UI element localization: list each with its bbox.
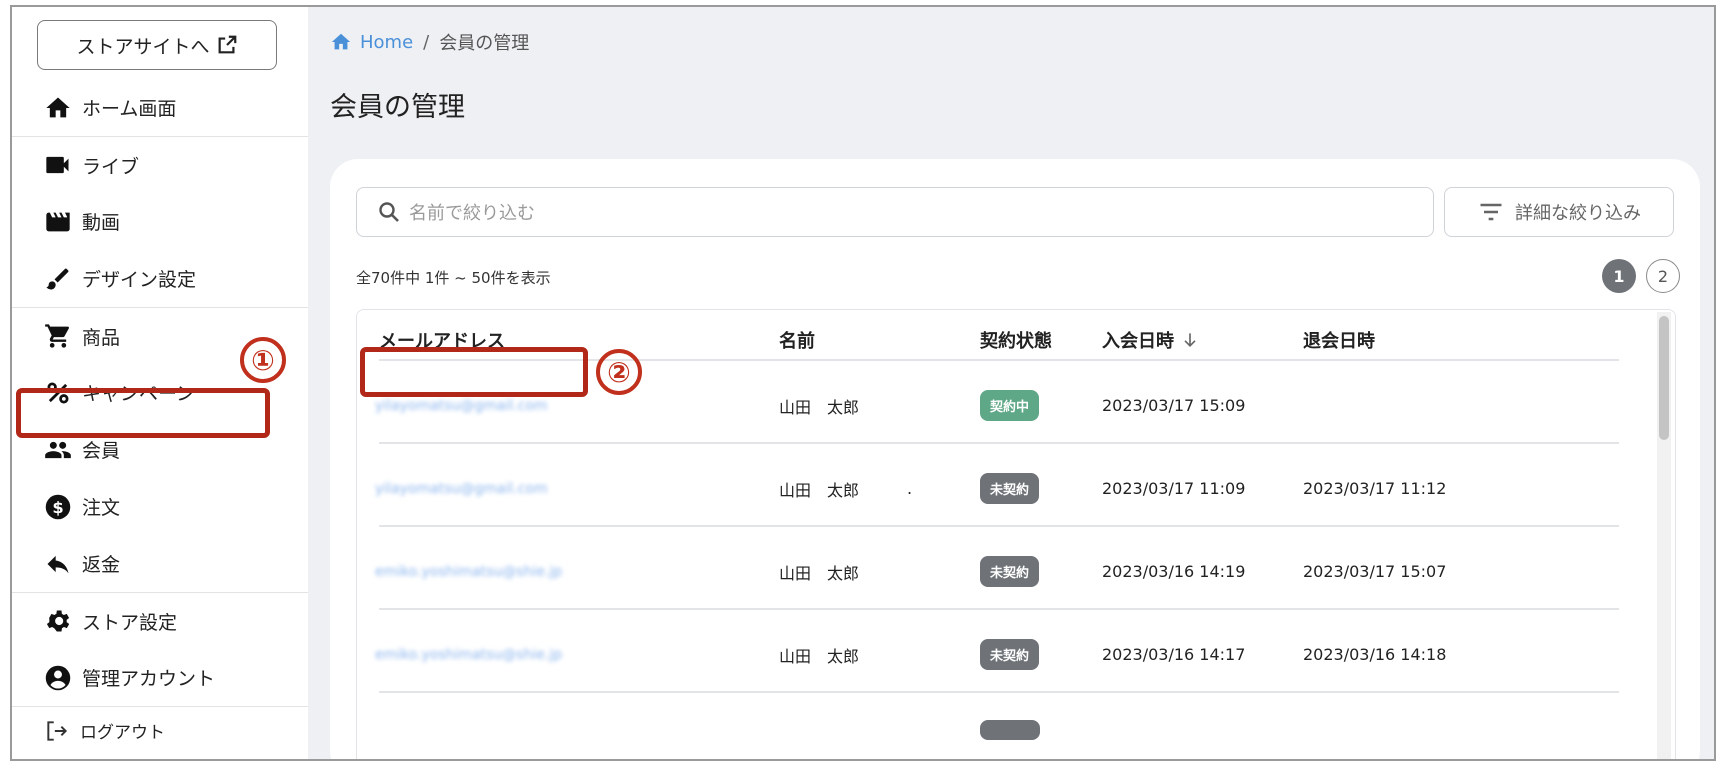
gear-icon bbox=[46, 610, 70, 632]
column-header-status[interactable]: 契約状態 bbox=[980, 327, 1052, 353]
page-button-2[interactable]: 2 bbox=[1646, 259, 1680, 293]
member-email-link[interactable]: yilayomatsu@gmail.com bbox=[375, 481, 548, 497]
sidebar-item-live[interactable]: ライブ bbox=[12, 136, 308, 193]
member-name: 山田 太郎 bbox=[779, 563, 860, 583]
reply-icon bbox=[47, 555, 69, 573]
search-icon bbox=[379, 202, 399, 222]
members-card: 名前で絞り込む 詳細な絞り込み 全70件中 1件 ~ 50件を表示 1 2 メー… bbox=[330, 159, 1700, 759]
sidebar-item-refunds[interactable]: 返金 bbox=[12, 535, 308, 592]
video-camera-icon bbox=[46, 156, 69, 174]
sidebar-item-label: ログアウト bbox=[80, 723, 165, 743]
cart-icon bbox=[45, 324, 70, 348]
status-badge: 未契約 bbox=[980, 556, 1040, 587]
status-badge: 契約中 bbox=[980, 390, 1040, 421]
breadcrumb-home-label: Home bbox=[360, 31, 414, 53]
member-name: 山田 太郎 bbox=[779, 480, 860, 500]
advanced-filter-label: 詳細な絞り込み bbox=[1515, 203, 1641, 224]
table-row[interactable]: yilayomatsu@gmail.com 山田 太郎 . 未契約 2023/0… bbox=[357, 443, 1657, 534]
page-title: 会員の管理 bbox=[330, 92, 465, 123]
home-icon bbox=[331, 33, 351, 50]
svg-text:$: $ bbox=[52, 497, 63, 516]
left-date: 2023/03/17 15:07 bbox=[1303, 562, 1447, 581]
member-email-link[interactable]: emiko.yoshimatsu@shie.jp bbox=[375, 647, 562, 663]
sidebar-item-label: デザイン設定 bbox=[82, 269, 197, 291]
left-date: 2023/03/16 14:18 bbox=[1303, 645, 1447, 664]
sidebar-item-orders[interactable]: $ 注文 bbox=[12, 478, 308, 535]
scrollbar-thumb[interactable] bbox=[1659, 316, 1669, 440]
column-header-name[interactable]: 名前 bbox=[779, 327, 815, 353]
sidebar-item-design[interactable]: デザイン設定 bbox=[12, 250, 308, 307]
app-window: ストアサイトへ ホーム画面 ライブ 動画 デザイン設定 商品 キャンペーン 会員… bbox=[10, 5, 1716, 761]
member-email-link[interactable]: emiko.yoshimatsu@shie.jp bbox=[375, 564, 562, 580]
row-divider bbox=[379, 691, 1619, 693]
brush-icon bbox=[46, 268, 69, 289]
column-header-joined[interactable]: 入会日時 bbox=[1102, 327, 1200, 353]
annotation-step-2: ② bbox=[596, 349, 642, 395]
sidebar-item-logout[interactable]: ログアウト bbox=[12, 706, 308, 754]
store-site-button[interactable]: ストアサイトへ bbox=[37, 20, 277, 70]
pagination: 1 2 bbox=[1602, 259, 1680, 293]
sidebar-item-label: 会員 bbox=[82, 440, 121, 462]
sidebar-item-label: ホーム画面 bbox=[82, 98, 177, 120]
table-row[interactable]: emiko.yoshimatsu@shie.jp 山田 太郎 未契約 2023/… bbox=[357, 609, 1657, 700]
sidebar-item-label: 商品 bbox=[82, 326, 121, 349]
joined-date: 2023/03/17 15:09 bbox=[1102, 396, 1246, 415]
table-scrollbar[interactable] bbox=[1657, 312, 1671, 759]
annotation-box-email bbox=[360, 347, 588, 397]
dollar-icon: $ bbox=[45, 494, 71, 519]
sidebar-item-store-settings[interactable]: ストア設定 bbox=[12, 592, 308, 649]
sidebar-item-label: 注文 bbox=[82, 497, 121, 519]
open-external-icon bbox=[218, 35, 236, 54]
home-icon bbox=[46, 97, 70, 117]
sidebar-item-label: 動画 bbox=[82, 212, 121, 234]
search-placeholder: 名前で絞り込む bbox=[409, 203, 535, 224]
member-name: 山田 太郎 bbox=[779, 397, 860, 417]
member-email-link[interactable]: yilayomatsu@gmail.com bbox=[375, 398, 548, 414]
annotation-box-members bbox=[16, 388, 270, 438]
logout-icon bbox=[47, 720, 68, 741]
sidebar-item-admin-account[interactable]: 管理アカウント bbox=[12, 649, 308, 706]
member-name: 山田 太郎 bbox=[779, 646, 860, 666]
breadcrumb-separator: / bbox=[423, 31, 430, 53]
status-badge: 未契約 bbox=[980, 473, 1040, 504]
table-row[interactable]: emiko.yoshimatsu@shie.jp 山田 太郎 未契約 2023/… bbox=[357, 526, 1657, 617]
sidebar-item-label: 管理アカウント bbox=[82, 668, 216, 690]
left-date: 2023/03/17 11:12 bbox=[1303, 479, 1447, 498]
sidebar-item-label: ストア設定 bbox=[82, 611, 178, 634]
sidebar-item-label: ライブ bbox=[82, 155, 140, 178]
breadcrumb-current: 会員の管理 bbox=[439, 33, 530, 54]
search-input[interactable]: 名前で絞り込む bbox=[356, 187, 1434, 237]
sidebar: ストアサイトへ ホーム画面 ライブ 動画 デザイン設定 商品 キャンペーン 会員… bbox=[12, 7, 308, 759]
row-extra-mark: . bbox=[907, 479, 913, 498]
filter-icon bbox=[1480, 203, 1502, 221]
store-site-button-label: ストアサイトへ bbox=[76, 35, 210, 58]
joined-date: 2023/03/17 11:09 bbox=[1102, 479, 1246, 498]
column-header-left[interactable]: 退会日時 bbox=[1303, 327, 1375, 353]
movie-icon bbox=[46, 212, 70, 231]
arrow-down-icon bbox=[1184, 333, 1196, 348]
people-icon bbox=[45, 441, 71, 458]
sidebar-item-video[interactable]: 動画 bbox=[12, 193, 308, 250]
result-summary: 全70件中 1件 ~ 50件を表示 bbox=[356, 269, 551, 287]
sidebar-item-label: 返金 bbox=[82, 554, 121, 576]
status-badge-partial bbox=[980, 720, 1040, 740]
breadcrumb: Home / 会員の管理 bbox=[330, 29, 529, 55]
account-circle-icon bbox=[45, 665, 71, 690]
joined-date: 2023/03/16 14:17 bbox=[1102, 645, 1246, 664]
status-badge: 未契約 bbox=[980, 639, 1040, 670]
page-button-1[interactable]: 1 bbox=[1602, 259, 1636, 293]
joined-date: 2023/03/16 14:19 bbox=[1102, 562, 1246, 581]
advanced-filter-button[interactable]: 詳細な絞り込み bbox=[1444, 187, 1674, 237]
breadcrumb-home[interactable]: Home bbox=[330, 31, 413, 53]
sidebar-item-home[interactable]: ホーム画面 bbox=[12, 79, 308, 136]
annotation-step-1: ① bbox=[240, 337, 286, 383]
